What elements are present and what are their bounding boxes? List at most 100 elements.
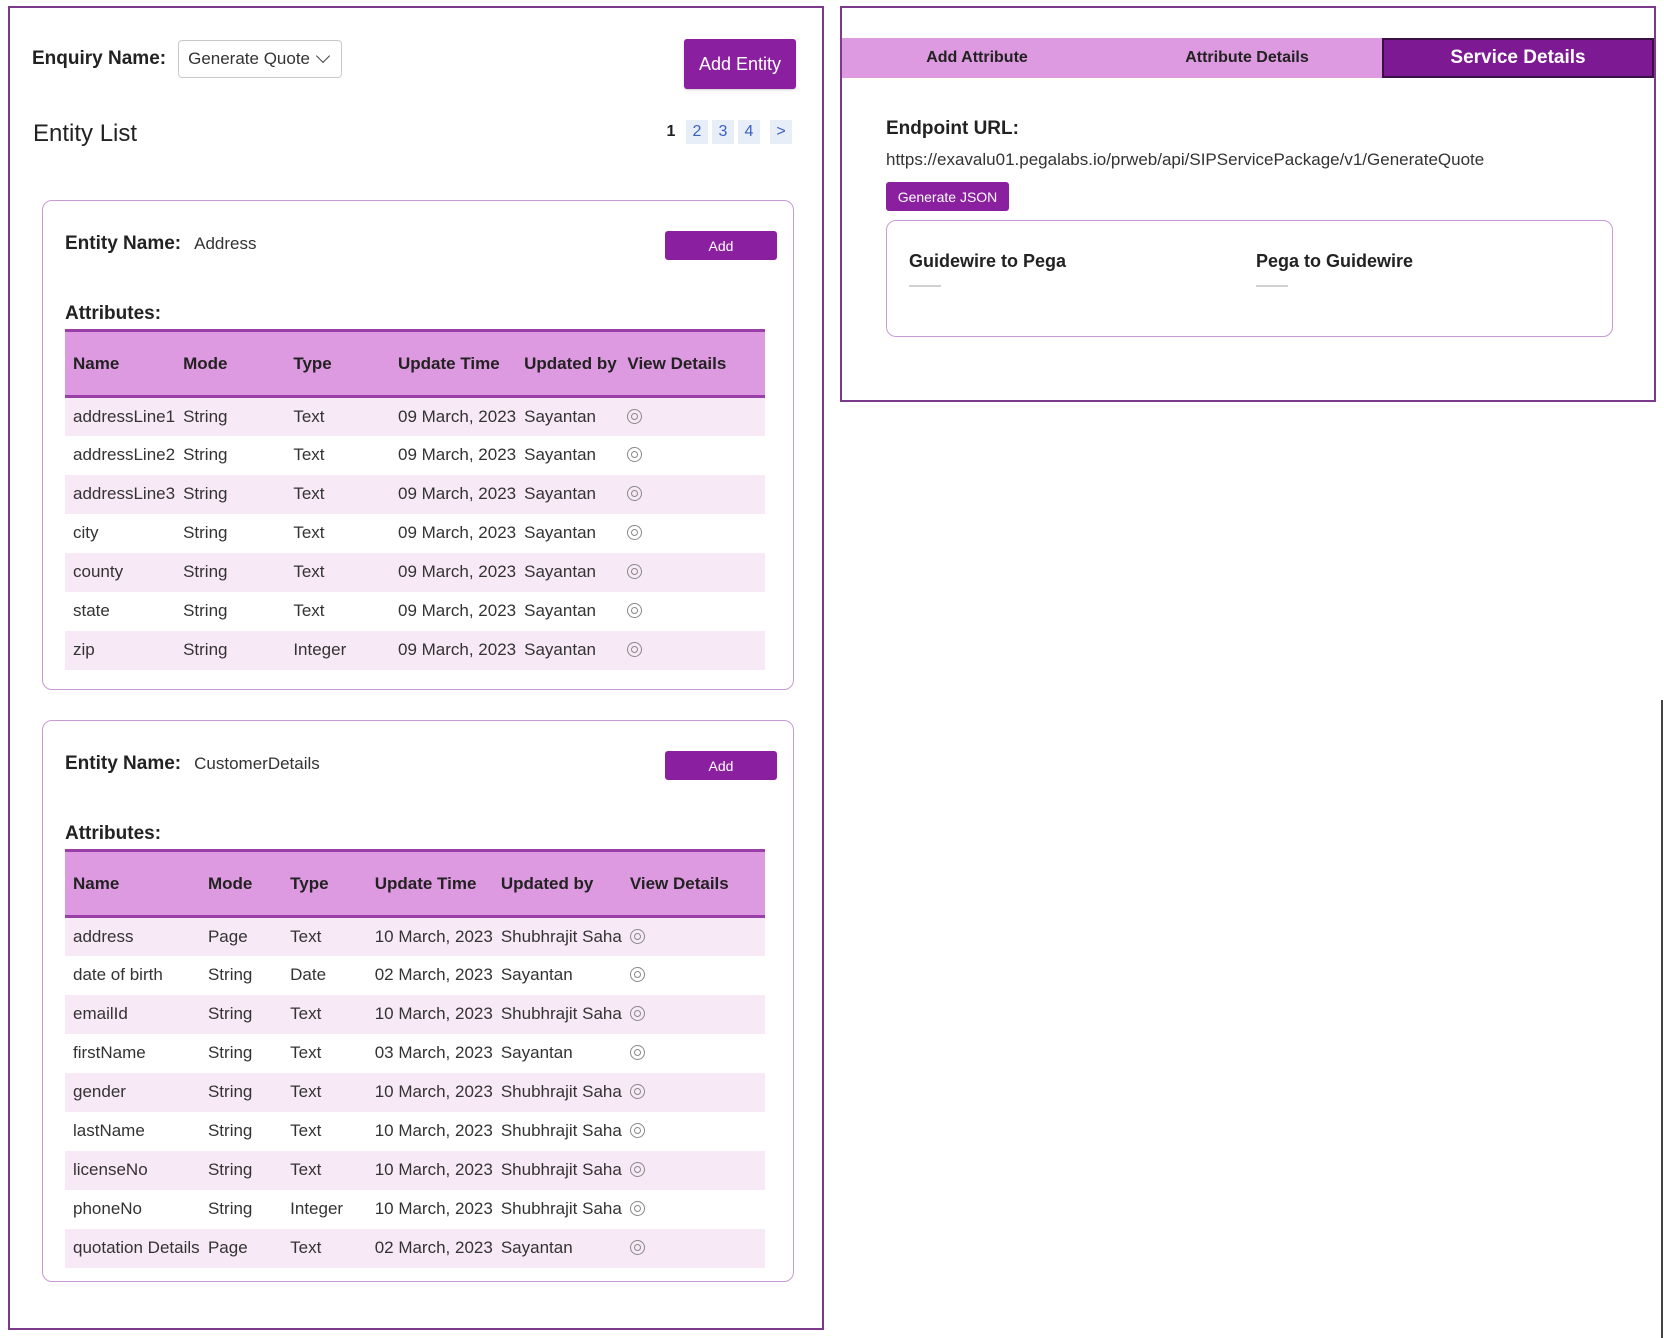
view-details-cell [619, 552, 765, 592]
table-cell: Text [282, 1150, 367, 1190]
view-target-icon[interactable] [629, 1006, 645, 1021]
pagination: 1 2 3 4 > [660, 120, 792, 144]
table-cell: Shubhrajit Saha [500, 1199, 622, 1218]
view-target-icon[interactable] [627, 603, 643, 618]
table-row: licenseNo String Text 10 March, 2023 Shubhra… [65, 1150, 765, 1190]
table-cell: Text [293, 601, 325, 620]
table-cell: state [73, 601, 110, 620]
entity-card-address: Entity Name: Address Add Attributes: Nam… [42, 200, 794, 690]
table-cell: 09 March, 2023 [390, 630, 517, 670]
table-row: zip String Integer 09 March, 2023 Sayantan [65, 630, 765, 670]
table-cell: 09 March, 2023 [390, 474, 517, 514]
mapping-card: Guidewire to Pega Pega to Guidewire [886, 220, 1613, 337]
endpoint-label: Endpoint URL: [886, 118, 1019, 139]
view-target-icon[interactable] [627, 447, 643, 462]
view-details-cell [621, 994, 765, 1034]
tab-service-details[interactable]: Service Details [1382, 38, 1654, 78]
view-target-icon[interactable] [629, 967, 645, 982]
table-row: addressLine1 String Text 09 March, 2023 Saya… [65, 396, 765, 436]
entity-panel: Enquiry Name: Generate Quote Add Entity … [8, 6, 824, 1330]
page-current[interactable]: 1 [660, 120, 682, 144]
table-cell: Sayantan [524, 601, 596, 620]
tab-bar: Add Attribute Attribute Details Service … [842, 38, 1654, 78]
table-cell: Text [285, 396, 390, 436]
table-cell: 10 March, 2023 [366, 1150, 493, 1190]
view-target-icon[interactable] [627, 408, 643, 424]
column-header: Name [65, 329, 176, 398]
table-header-row: Name Mode Type Update Time Updated by View De… [65, 329, 765, 398]
view-target-icon[interactable] [629, 1240, 645, 1255]
view-target-icon[interactable] [629, 1162, 645, 1177]
table-cell: 09 March, 2023 [390, 552, 517, 592]
add-entity-button[interactable]: Add Entity [684, 39, 796, 89]
table-row: gender String Text 10 March, 2023 Shubhrajit… [65, 1072, 765, 1112]
add-attribute-button[interactable]: Add [665, 751, 777, 780]
mapping-title: Pega to Guidewire [1256, 251, 1414, 271]
column-header: Name [65, 849, 200, 918]
attributes-label: Attributes: [65, 823, 162, 844]
column-header: View Details [621, 849, 765, 918]
table-cell: 10 March, 2023 [374, 1121, 493, 1140]
table-cell: address [65, 916, 200, 956]
table-cell: Text [293, 445, 325, 464]
table-cell: String [175, 552, 286, 592]
table-cell: quotation Details [65, 1228, 200, 1268]
next-page-button[interactable]: > [770, 120, 792, 144]
entity-name-label: Entity Name: [65, 753, 182, 774]
view-target-icon[interactable] [629, 1045, 645, 1060]
view-target-icon[interactable] [627, 564, 643, 579]
view-target-icon[interactable] [629, 1201, 645, 1216]
table-cell: Text [285, 474, 390, 514]
view-target-icon[interactable] [627, 642, 643, 657]
table-cell: firstName [73, 1043, 146, 1062]
table-cell: Integer [285, 630, 390, 670]
table-cell: zip [65, 630, 176, 670]
table-cell: phoneNo [73, 1199, 143, 1218]
add-attribute-button[interactable]: Add [665, 231, 777, 260]
table-cell: String [183, 445, 228, 464]
table-cell: Sayantan [516, 630, 620, 670]
table-row: firstName String Text 03 March, 2023 Sayanta… [65, 1034, 765, 1073]
entity-name-value: CustomerDetails [194, 754, 320, 773]
table-cell: String [199, 994, 283, 1034]
view-target-icon[interactable] [629, 928, 645, 944]
table-cell: Date [290, 965, 327, 984]
view-details-cell [619, 514, 765, 553]
tab-add-attribute[interactable]: Add Attribute [842, 38, 1112, 78]
table-cell: String [199, 1072, 283, 1112]
table-cell: addressLine3 [65, 474, 176, 514]
tab-attribute-details[interactable]: Attribute Details [1112, 38, 1382, 78]
view-target-icon[interactable] [629, 1084, 645, 1099]
table-cell: Text [293, 523, 325, 542]
table-cell: Page [199, 916, 283, 956]
view-target-icon[interactable] [627, 486, 643, 501]
enquiry-row: Enquiry Name: Generate Quote [32, 40, 343, 78]
column-header: Updated by [492, 849, 622, 918]
table-cell: 09 March, 2023 [398, 445, 517, 464]
table-cell: 10 March, 2023 [366, 994, 493, 1034]
page-4[interactable]: 4 [738, 120, 760, 144]
enquiry-select[interactable]: Generate Quote [178, 40, 343, 78]
table-cell: Sayantan [500, 965, 573, 984]
table-row: quotation Details Page Text 02 March, 2023 S… [65, 1228, 765, 1268]
window-edge-divider [1661, 700, 1663, 1338]
mapping-guidewire-to-pega: Guidewire to Pega [909, 251, 1066, 287]
view-target-icon[interactable] [627, 525, 643, 540]
table-cell: Sayantan [516, 396, 620, 436]
table-cell: Text [282, 1228, 367, 1268]
table-row: county String Text 09 March, 2023 Sayantan [65, 552, 765, 592]
endpoint-url: https://exavalu01.pegalabs.io/prweb/api/… [886, 150, 1485, 169]
table-row: addressLine3 String Text 09 March, 2023 Saya… [65, 474, 765, 514]
column-header: Mode [175, 329, 286, 398]
table-cell: licenseNo [65, 1150, 200, 1190]
view-target-icon[interactable] [629, 1123, 645, 1138]
attributes-label: Attributes: [65, 303, 162, 324]
table-row: address Page Text 10 March, 2023 Shubhrajit … [65, 916, 765, 956]
generate-json-button[interactable]: Generate JSON [886, 182, 1009, 211]
table-cell: Text [290, 1043, 322, 1062]
page-3[interactable]: 3 [712, 120, 734, 144]
page-2[interactable]: 2 [686, 120, 708, 144]
table-cell: Page [199, 1228, 283, 1268]
entity-name-row: Entity Name: CustomerDetails [65, 753, 320, 775]
table-cell: Text [282, 1072, 367, 1112]
